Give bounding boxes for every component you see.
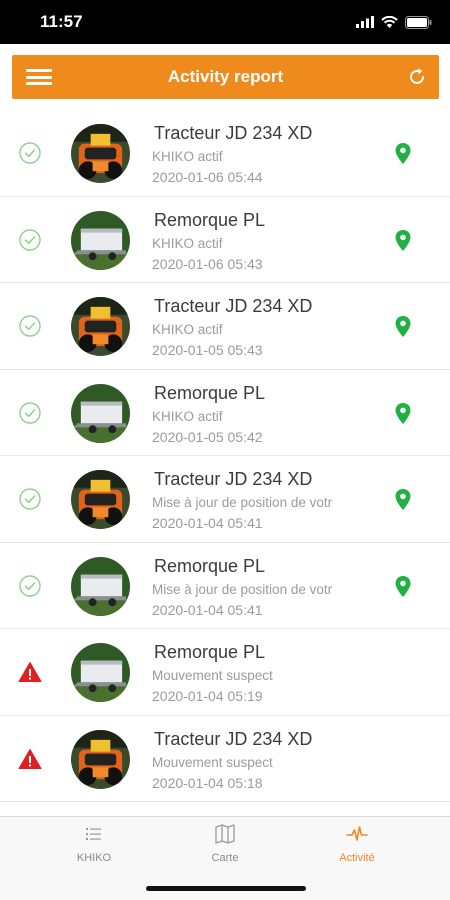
status-icons	[356, 14, 432, 30]
item-timestamp: 2020-01-06 05:44	[152, 169, 263, 185]
item-timestamp: 2020-01-05 05:43	[152, 342, 263, 358]
tab-label-activite: Activité	[339, 852, 375, 864]
item-title: Remorque PL	[154, 555, 266, 576]
check-circle-icon	[19, 401, 41, 424]
item-title: Tracteur JD 234 XD	[154, 728, 313, 749]
list-item[interactable]: Remorque PL Mise à jour de position de vo…	[0, 543, 450, 629]
item-timestamp: 2020-01-05 05:42	[152, 428, 263, 445]
wifi-icon	[381, 16, 398, 28]
app-header: Activity report	[12, 55, 439, 99]
signal-icon	[356, 16, 374, 28]
item-timestamp: 2020-01-04 05:18	[152, 774, 263, 791]
trailer-avatar	[71, 643, 130, 702]
location-pin-icon[interactable]	[395, 489, 411, 510]
location-pin-icon[interactable]	[395, 229, 411, 251]
item-title: Tracteur JD 234 XD	[154, 296, 313, 316]
item-subtitle: KHIKO actif	[152, 408, 223, 424]
check-circle-icon	[19, 228, 41, 251]
pulse-icon	[346, 826, 368, 841]
tractor-avatar	[71, 124, 130, 183]
tab-label-carte: Carte	[211, 852, 239, 864]
tab-carte[interactable]: Carte	[150, 817, 300, 872]
location-pin-icon[interactable]	[395, 575, 411, 597]
map-icon	[215, 824, 235, 844]
tab-khiko[interactable]: KHIKO	[19, 817, 169, 872]
item-title: Tracteur JD 234 XD	[154, 469, 313, 489]
item-title: Remorque PL	[154, 382, 266, 403]
tab-activite[interactable]: Activité	[282, 817, 432, 872]
item-subtitle: Mouvement suspect	[152, 668, 273, 683]
location-pin-icon[interactable]	[395, 143, 411, 164]
check-circle-icon	[19, 142, 41, 164]
warning-icon	[18, 662, 42, 682]
item-subtitle: Mise à jour de position de votr	[152, 581, 333, 597]
activity-list: Tracteur JD 234 XD KHIKO actif 2020-01-06 …	[0, 110, 450, 802]
check-circle-icon	[19, 315, 41, 337]
item-title: Remorque PL	[154, 209, 266, 230]
tractor-avatar	[71, 297, 130, 356]
trailer-avatar	[71, 383, 130, 443]
list-item[interactable]: Tracteur JD 234 XD KHIKO actif 2020-01-05 …	[0, 283, 450, 370]
check-circle-icon	[19, 574, 41, 597]
item-timestamp: 2020-01-04 05:41	[152, 515, 263, 531]
list-item[interactable]: Remorque PL KHIKO actif 2020-01-06 05:43	[0, 197, 450, 283]
warning-icon	[18, 748, 42, 769]
item-subtitle: KHIKO actif	[152, 235, 223, 251]
item-subtitle: KHIKO actif	[152, 149, 223, 164]
list-item[interactable]: Tracteur JD 234 XD Mouvement suspect 2020-…	[0, 716, 450, 802]
battery-icon	[405, 15, 432, 29]
location-pin-icon[interactable]	[395, 402, 411, 424]
item-timestamp: 2020-01-04 05:19	[152, 688, 263, 704]
tractor-avatar	[71, 729, 130, 789]
tab-label-khiko: KHIKO	[76, 852, 112, 864]
list-item[interactable]: Remorque PL KHIKO actif 2020-01-05 05:42	[0, 370, 450, 456]
trailer-avatar	[71, 210, 130, 270]
trailer-avatar	[71, 556, 130, 616]
item-subtitle: Mouvement suspect	[152, 754, 273, 770]
page-title: Activity report	[167, 67, 284, 86]
home-indicator	[146, 886, 306, 891]
item-subtitle: KHIKO actif	[152, 322, 223, 337]
location-pin-icon[interactable]	[395, 316, 411, 337]
status-bar: 11:57	[0, 0, 450, 44]
item-title: Tracteur JD 234 XD	[154, 123, 313, 143]
list-icon	[86, 828, 101, 840]
item-subtitle: Mise à jour de position de votr	[152, 495, 333, 510]
item-title: Remorque PL	[154, 642, 266, 662]
list-item[interactable]: Remorque PL Mouvement suspect 2020-01-04 0…	[0, 629, 450, 716]
tractor-avatar	[71, 470, 130, 529]
item-timestamp: 2020-01-06 05:43	[152, 255, 263, 272]
refresh-icon[interactable]	[406, 66, 428, 88]
list-item[interactable]: Tracteur JD 234 XD Mise à jour de positio…	[0, 456, 450, 543]
item-timestamp: 2020-01-04 05:41	[152, 601, 263, 618]
status-time: 11:57	[40, 12, 83, 31]
check-circle-icon	[19, 488, 41, 510]
list-item[interactable]: Tracteur JD 234 XD KHIKO actif 2020-01-06 …	[0, 110, 450, 197]
